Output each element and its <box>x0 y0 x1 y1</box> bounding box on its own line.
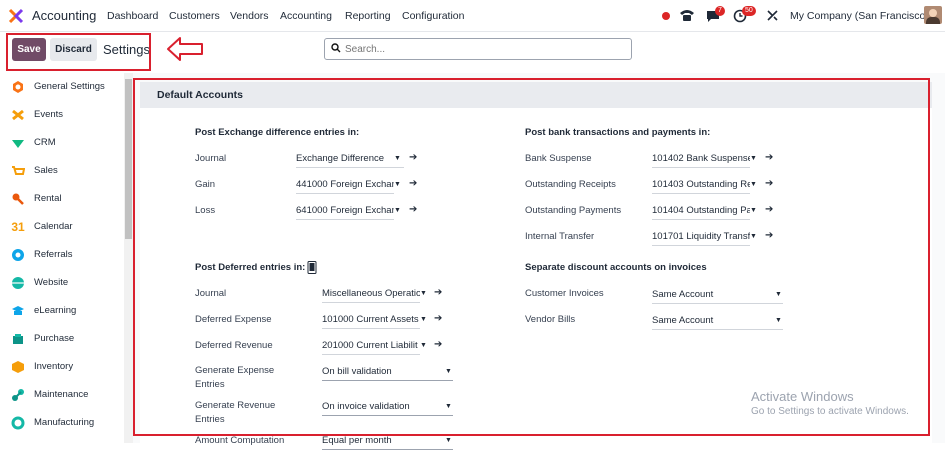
settings-sidebar: General Settings Events CRM Sales Rental… <box>0 73 124 443</box>
sidebar-item-calendar[interactable]: 31 Calendar <box>0 213 124 241</box>
sidebar-item-label: Events <box>34 109 64 120</box>
sidebar-item-label: Purchase <box>34 333 75 344</box>
maintenance-icon <box>10 387 26 403</box>
sidebar-item-label: Website <box>34 277 69 288</box>
events-icon <box>10 107 26 123</box>
amount-computation-select[interactable]: Equal per month <box>322 434 453 450</box>
sales-icon <box>10 163 26 179</box>
general-settings-icon <box>10 79 26 95</box>
user-avatar[interactable] <box>924 6 942 24</box>
sidebar-item-label: Sales <box>34 165 58 176</box>
left-arrow-annotation-icon <box>167 37 203 61</box>
phone-icon[interactable] <box>679 8 695 22</box>
elearning-icon <box>10 303 26 319</box>
sidebar-item-label: CRM <box>34 137 56 148</box>
search-input[interactable] <box>345 42 625 56</box>
sidebar-item-label: Referrals <box>34 249 73 260</box>
company-switcher[interactable]: My Company (San Francisco) <box>790 10 929 22</box>
sidebar-item-sales[interactable]: Sales <box>0 157 124 185</box>
sidebar-item-crm[interactable]: CRM <box>0 129 124 157</box>
highlight-box-actions <box>6 33 151 71</box>
search-icon <box>331 43 341 56</box>
messages-count-badge: 7 <box>715 6 725 16</box>
app-title[interactable]: Accounting <box>32 8 96 23</box>
sidebar-item-label: General Settings <box>34 81 105 92</box>
purchase-icon <box>10 331 26 347</box>
nav-dashboard[interactable]: Dashboard <box>107 10 158 22</box>
sidebar-item-label: eLearning <box>34 305 77 316</box>
sidebar-item-label: Calendar <box>34 221 73 232</box>
manufacturing-icon <box>10 415 26 431</box>
highlight-box-default-accounts <box>133 78 930 436</box>
search-box[interactable] <box>324 38 632 60</box>
sidebar-item-label: Maintenance <box>34 389 89 400</box>
sidebar-item-label: Manufacturing <box>34 417 95 428</box>
sidebar-item-label: Inventory <box>34 361 74 372</box>
debug-tools-icon[interactable] <box>766 9 779 22</box>
rental-icon <box>10 191 26 207</box>
nav-customers[interactable]: Customers <box>169 10 220 22</box>
activities-count-badge: 50 <box>742 6 756 16</box>
sidebar-item-events[interactable]: Events <box>0 101 124 129</box>
calendar-icon: 31 <box>11 220 25 234</box>
accounting-logo-icon[interactable] <box>8 8 24 24</box>
scrollbar-thumb[interactable] <box>125 79 132 239</box>
recording-indicator-icon[interactable] <box>662 12 670 20</box>
nav-vendors[interactable]: Vendors <box>230 10 269 22</box>
sidebar-item-manufacturing[interactable]: Manufacturing <box>0 409 124 437</box>
nav-configuration[interactable]: Configuration <box>402 10 464 22</box>
sidebar-item-website[interactable]: Website <box>0 269 124 297</box>
sidebar-item-purchase[interactable]: Purchase <box>0 325 124 353</box>
inventory-icon <box>10 359 26 375</box>
top-navbar: Accounting Dashboard Customers Vendors A… <box>0 0 945 32</box>
sidebar-item-label: Rental <box>34 193 62 204</box>
sidebar-scrollbar[interactable] <box>124 73 133 443</box>
sidebar-item-general-settings[interactable]: General Settings <box>0 73 124 101</box>
sidebar-item-inventory[interactable]: Inventory <box>0 353 124 381</box>
website-icon <box>10 275 26 291</box>
referrals-icon <box>10 247 26 263</box>
sidebar-item-elearning[interactable]: eLearning <box>0 297 124 325</box>
sidebar-item-rental[interactable]: Rental <box>0 185 124 213</box>
nav-accounting[interactable]: Accounting <box>280 10 332 22</box>
crm-icon <box>10 135 26 151</box>
sidebar-item-maintenance[interactable]: Maintenance <box>0 381 124 409</box>
amount-computation-label: Amount Computation <box>195 435 285 446</box>
nav-reporting[interactable]: Reporting <box>345 10 391 22</box>
sidebar-item-referrals[interactable]: Referrals <box>0 241 124 269</box>
